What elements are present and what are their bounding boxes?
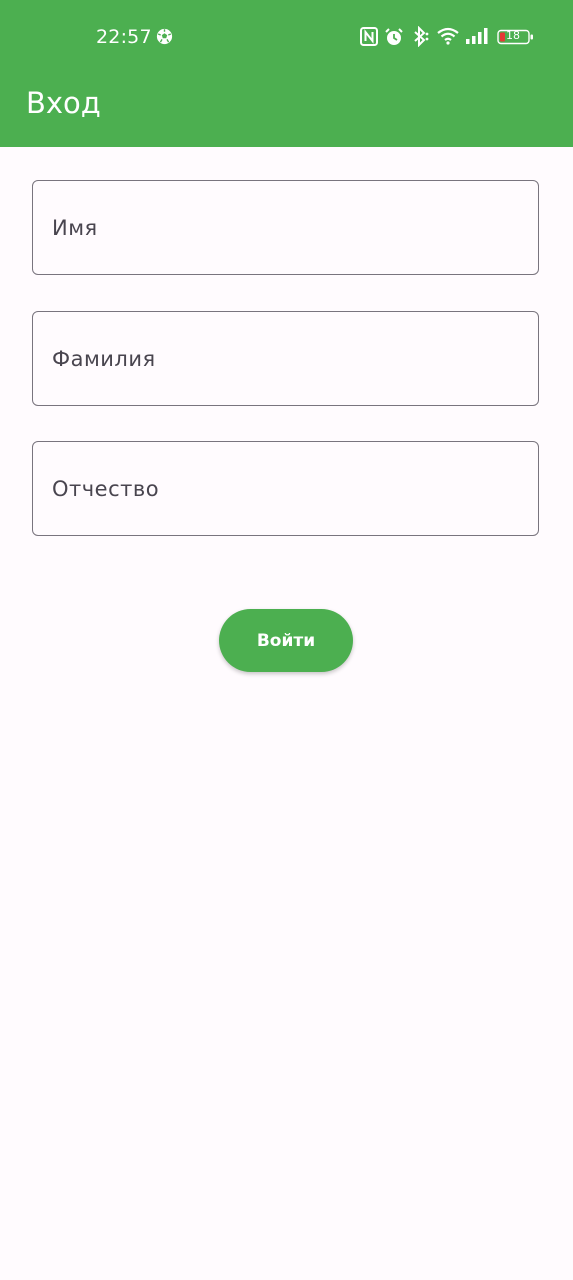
last-name-label: Фамилия <box>52 346 156 371</box>
status-time: 22:57 <box>96 26 152 48</box>
signal-icon <box>466 28 488 44</box>
soccer-ball-icon <box>156 28 173 45</box>
patronymic-field[interactable]: Отчество <box>32 441 539 536</box>
bluetooth-icon <box>414 26 429 47</box>
page-title: Вход <box>26 86 101 120</box>
app-bar: 22:57 18 Вход <box>0 0 573 147</box>
login-button[interactable]: Войти <box>219 609 353 672</box>
last-name-field[interactable]: Фамилия <box>32 311 539 406</box>
nfc-icon <box>360 27 378 46</box>
first-name-label: Имя <box>52 215 98 240</box>
first-name-field[interactable]: Имя <box>32 180 539 275</box>
alarm-icon <box>385 28 403 45</box>
wifi-icon <box>437 27 459 45</box>
patronymic-label: Отчество <box>52 476 160 501</box>
battery-level: 18 <box>506 29 520 42</box>
